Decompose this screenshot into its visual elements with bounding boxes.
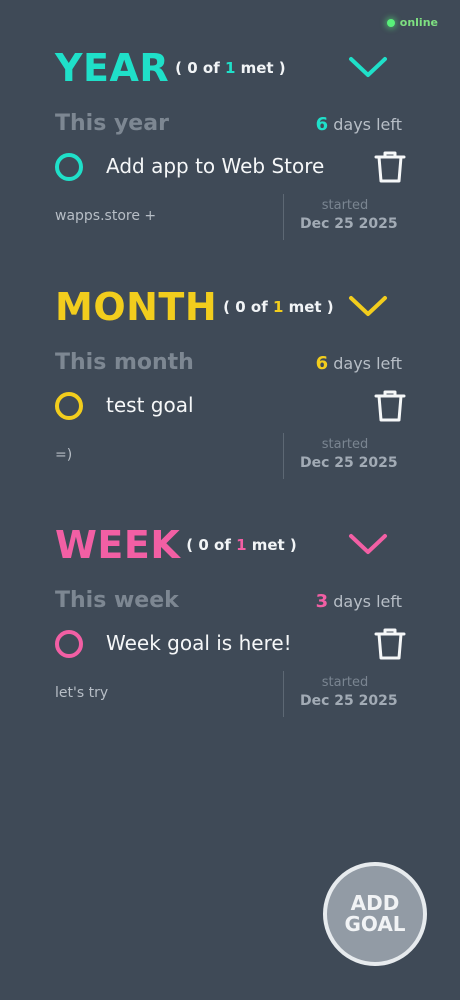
days-left-text: days left (333, 592, 402, 611)
started-date: Dec 25 2025 (300, 216, 398, 232)
started-info: started Dec 25 2025 (300, 198, 398, 232)
period-label-week: This week (55, 588, 179, 613)
met-summary-week: ( 0 of 1 met ) (186, 536, 297, 554)
section-title-year: YEAR (55, 46, 170, 90)
met-close: met ) (283, 298, 334, 316)
met-close: met ) (235, 59, 286, 77)
goal-title: Week goal is here! (106, 631, 292, 655)
goal-checkbox[interactable] (55, 153, 83, 181)
section-header-week: WEEK ( 0 of 1 met ) (55, 515, 297, 575)
goal-note: wapps.store + (55, 208, 157, 224)
goal-title: test goal (106, 393, 194, 417)
started-label: started (321, 675, 369, 690)
section-year: YEAR ( 0 of 1 met ) This year 6 days lef… (0, 38, 460, 276)
days-left-year: 6 days left (316, 114, 402, 135)
online-status: online (386, 16, 438, 29)
days-left-month: 6 days left (316, 353, 402, 374)
chevron-down-icon[interactable] (348, 53, 388, 81)
goal-note: let's try (55, 685, 109, 701)
section-month: MONTH ( 0 of 1 met ) This month 6 days l… (0, 277, 460, 515)
divider (283, 671, 284, 717)
divider (283, 433, 284, 479)
met-close: met ) (246, 536, 297, 554)
add-goal-button[interactable]: ADD GOAL (323, 862, 427, 966)
met-summary-month: ( 0 of 1 met ) (223, 298, 334, 316)
section-title-month: MONTH (55, 285, 218, 329)
started-date: Dec 25 2025 (300, 455, 398, 471)
add-goal-label-line1: ADD (350, 891, 400, 915)
started-date: Dec 25 2025 (300, 693, 398, 709)
chevron-down-icon[interactable] (348, 292, 388, 320)
online-dot-icon (386, 18, 395, 27)
goal-note: =) (55, 447, 73, 463)
met-open: ( 0 of (175, 59, 225, 77)
section-title-week: WEEK (55, 523, 181, 567)
days-left-count: 3 (315, 591, 329, 612)
trash-icon[interactable] (374, 389, 406, 423)
goal-checkbox[interactable] (55, 630, 83, 658)
days-left-count: 6 (315, 353, 329, 374)
period-label-month: This month (55, 350, 194, 375)
section-week: WEEK ( 0 of 1 met ) This week 3 days lef… (0, 515, 460, 753)
chevron-down-icon[interactable] (348, 530, 388, 558)
section-header-month: MONTH ( 0 of 1 met ) (55, 277, 334, 337)
goal-checkbox[interactable] (55, 392, 83, 420)
met-count: 1 (236, 536, 247, 554)
trash-icon[interactable] (374, 627, 406, 661)
days-left-text: days left (333, 354, 402, 373)
days-left-text: days left (333, 115, 402, 134)
add-goal-label-line2: GOAL (344, 912, 406, 936)
started-info: started Dec 25 2025 (300, 437, 398, 471)
trash-icon[interactable] (374, 150, 406, 184)
days-left-count: 6 (315, 114, 329, 135)
divider (283, 194, 284, 240)
met-count: 1 (224, 59, 236, 77)
met-summary-year: ( 0 of 1 met ) (175, 59, 286, 77)
started-label: started (321, 198, 369, 213)
goal-title: Add app to Web Store (106, 154, 325, 178)
met-open: ( 0 of (223, 298, 273, 316)
days-left-week: 3 days left (316, 591, 402, 612)
started-info: started Dec 25 2025 (300, 675, 398, 709)
status-label: online (399, 16, 438, 29)
period-label-year: This year (55, 111, 169, 136)
section-header-year: YEAR ( 0 of 1 met ) (55, 38, 286, 98)
met-count: 1 (272, 298, 284, 316)
met-open: ( 0 of (186, 536, 237, 554)
started-label: started (321, 437, 369, 452)
